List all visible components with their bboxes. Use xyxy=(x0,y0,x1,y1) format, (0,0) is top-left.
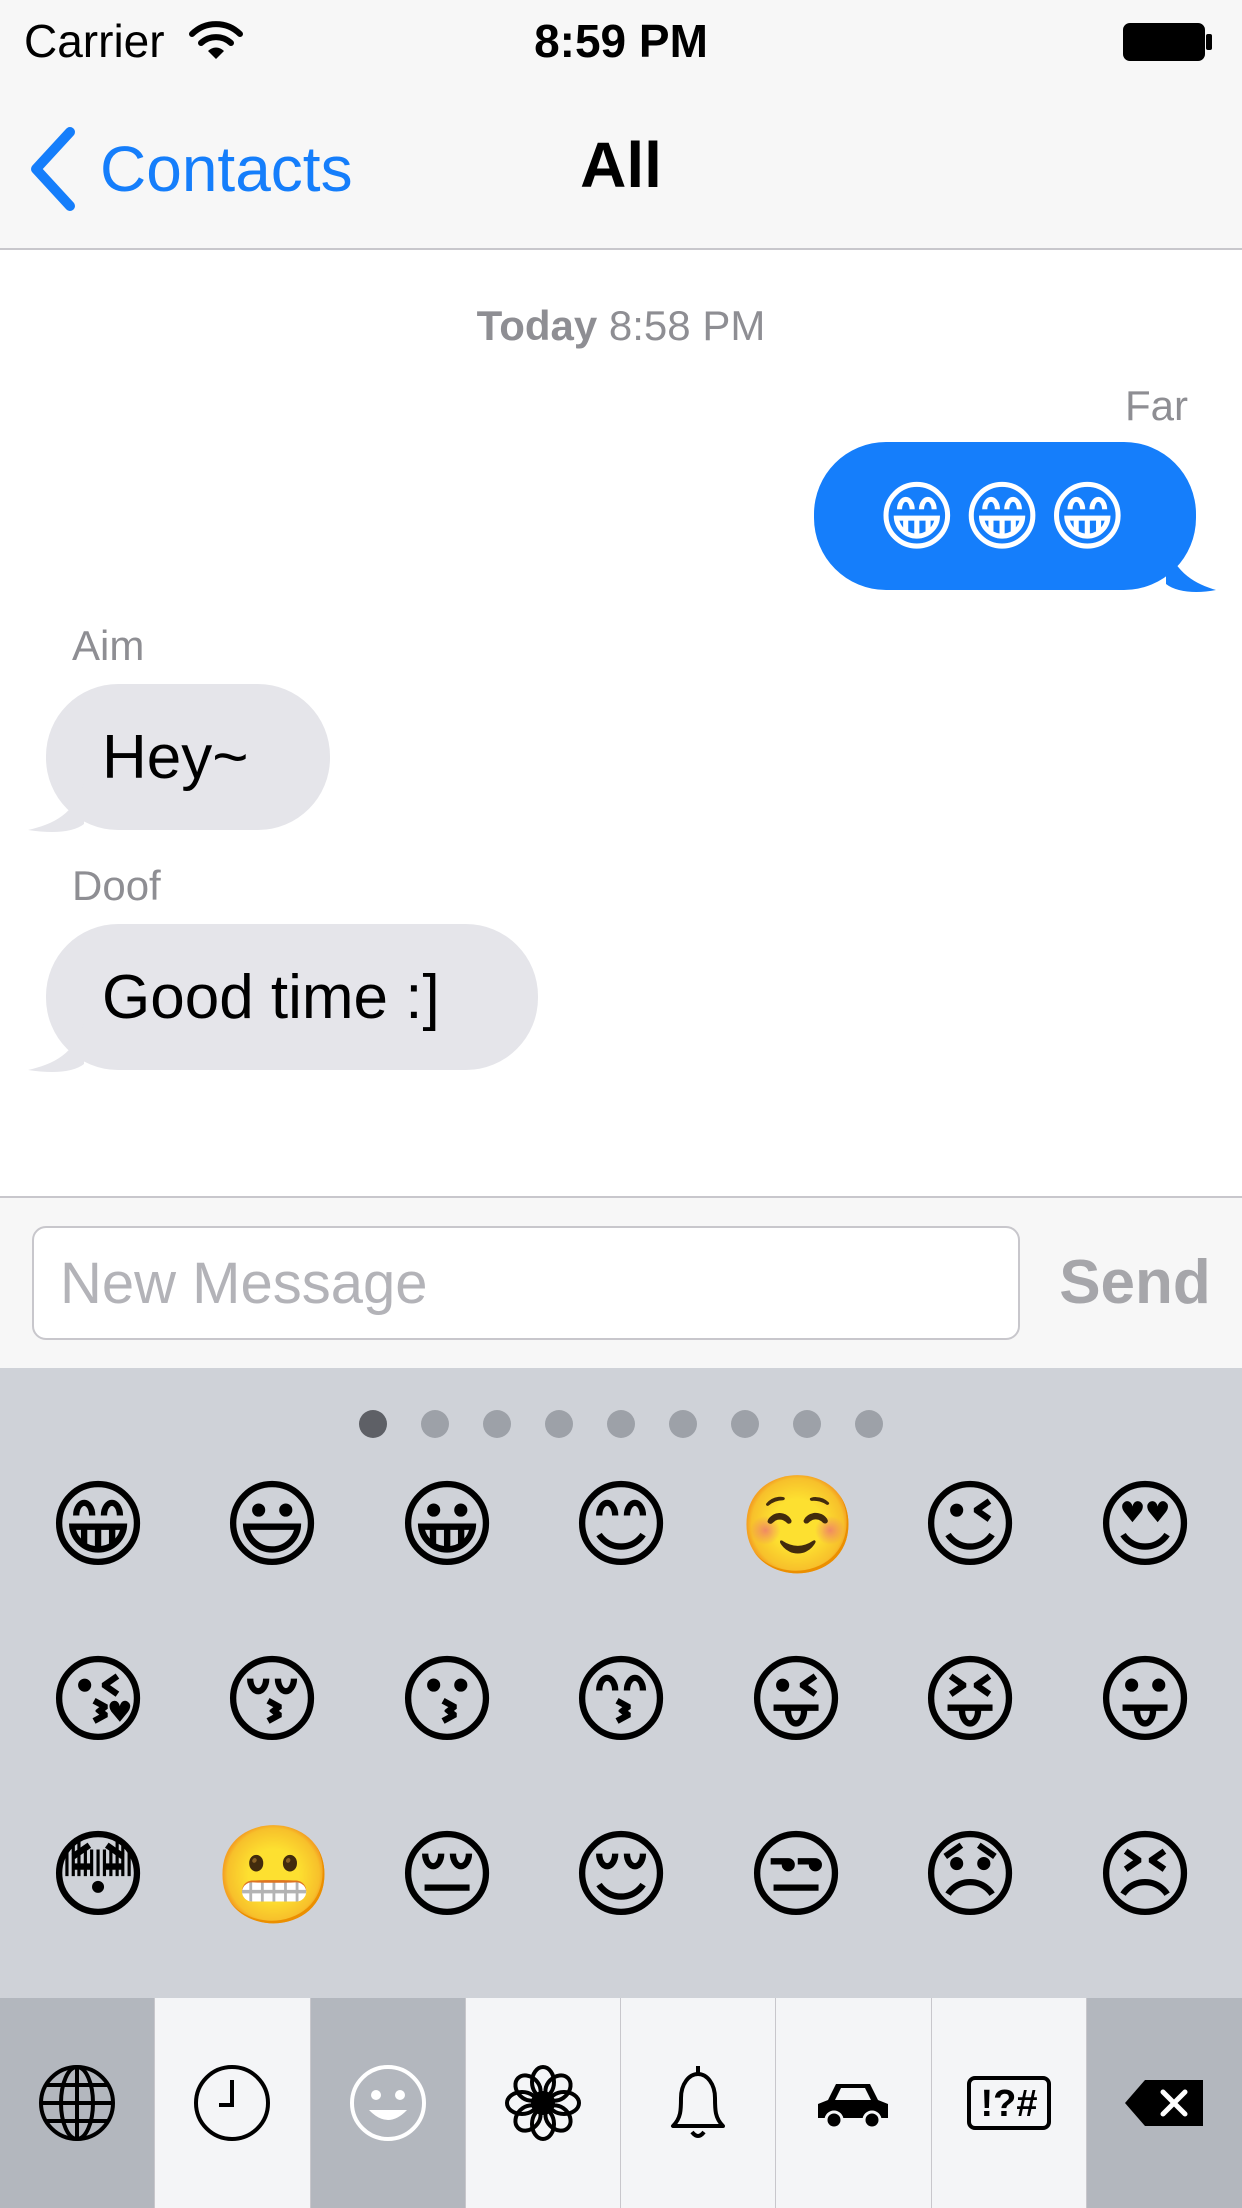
symbols-label: !?# xyxy=(980,2083,1037,2125)
page-dot[interactable] xyxy=(545,1410,573,1438)
emoji-key[interactable]: 😁 xyxy=(40,1468,156,1584)
navigation-bar: Contacts All xyxy=(0,84,1242,250)
emoji-key[interactable]: 😞 xyxy=(912,1818,1028,1934)
page-dot[interactable] xyxy=(793,1410,821,1438)
symbols-category-tab[interactable]: !?# xyxy=(931,1998,1087,2208)
message-bubble-incoming[interactable]: Good time :] xyxy=(46,924,538,1070)
status-time: 8:59 PM xyxy=(534,15,708,67)
emoji-key[interactable]: 😃 xyxy=(214,1468,330,1584)
new-message-input[interactable] xyxy=(32,1226,1020,1340)
emoji-key[interactable]: 😣 xyxy=(1087,1818,1203,1934)
emoji-key[interactable]: 😙 xyxy=(563,1643,679,1759)
emoji-key[interactable]: 😜 xyxy=(738,1643,854,1759)
page-title: All xyxy=(580,129,662,201)
emoji-key[interactable]: 😒 xyxy=(738,1818,854,1934)
emoji-key[interactable]: 😚 xyxy=(214,1643,330,1759)
emoji-key[interactable]: 😌 xyxy=(563,1818,679,1934)
page-dot[interactable] xyxy=(855,1410,883,1438)
emoji-key[interactable]: 😀 xyxy=(389,1468,505,1584)
message-bubble-incoming[interactable]: Hey~ xyxy=(46,684,330,830)
page-dot[interactable] xyxy=(359,1410,387,1438)
delete-button[interactable] xyxy=(1086,1998,1242,2208)
conversation-timestamp: Today 8:58 PM xyxy=(0,302,1242,350)
message-sender: Aim xyxy=(72,622,145,669)
emoji-key[interactable]: 😊 xyxy=(563,1468,679,1584)
bell-icon xyxy=(671,2066,726,2138)
places-category-tab[interactable] xyxy=(776,1998,932,2208)
battery-icon xyxy=(1123,23,1212,61)
globe-icon xyxy=(39,2065,116,2141)
emoji-keyboard: 😁 😃 😀 😊 ☺️ 😉 😍 😘 😚 😗 😙 😜 😝 😛 😳 😬 😔 😌 😒 😞… xyxy=(0,1368,1242,2208)
emoji-key[interactable]: 😝 xyxy=(912,1643,1028,1759)
message-list[interactable]: Today 8:58 PM Far 😁😁😁 Aim Hey~ Doof Good… xyxy=(0,252,1242,1196)
emoji-key[interactable]: 😘 xyxy=(40,1643,156,1759)
recent-category-tab[interactable] xyxy=(155,1998,311,2208)
message-text: 😁😁😁 xyxy=(877,474,1133,560)
smiley-icon xyxy=(349,2065,426,2141)
bubble-tail xyxy=(1166,544,1216,592)
message-text: Hey~ xyxy=(102,722,249,792)
clock-icon xyxy=(194,2065,271,2141)
flower-icon xyxy=(504,2065,581,2141)
message-sender: Far xyxy=(1125,382,1188,429)
emoji-key[interactable]: ☺️ xyxy=(738,1468,858,1584)
emoji-key[interactable]: 😳 xyxy=(40,1818,156,1934)
emoji-key[interactable]: 😬 xyxy=(214,1818,334,1934)
page-dot[interactable] xyxy=(421,1410,449,1438)
bubble-tail xyxy=(28,784,84,832)
delete-icon xyxy=(1125,2080,1204,2126)
emoji-key[interactable]: 😗 xyxy=(389,1643,505,1759)
timestamp-time: 8:58 PM xyxy=(608,302,766,349)
page-dot[interactable] xyxy=(607,1410,635,1438)
message-sender: Doof xyxy=(72,862,161,909)
page-dot[interactable] xyxy=(669,1410,697,1438)
people-category-tab[interactable] xyxy=(310,1998,466,2208)
bubble-tail xyxy=(28,1024,84,1072)
send-button[interactable]: Send xyxy=(1040,1226,1230,1340)
nature-category-tab[interactable] xyxy=(465,1998,621,2208)
symbols-icon: !?# xyxy=(966,2076,1051,2130)
emoji-key[interactable]: 😔 xyxy=(389,1818,505,1934)
emoji-category-bar: !?# xyxy=(0,1998,1242,2208)
page-dot[interactable] xyxy=(483,1410,511,1438)
objects-category-tab[interactable] xyxy=(621,1998,777,2208)
globe-button[interactable] xyxy=(0,1998,156,2208)
emoji-grid: 😁 😃 😀 😊 ☺️ 😉 😍 😘 😚 😗 😙 😜 😝 😛 😳 😬 😔 😌 😒 😞… xyxy=(0,1468,1242,1998)
emoji-key[interactable]: 😉 xyxy=(912,1468,1028,1584)
message-composer: Send xyxy=(0,1196,1242,1368)
emoji-key[interactable]: 😍 xyxy=(1087,1468,1203,1584)
page-indicator xyxy=(0,1410,1242,1440)
message-bubble-outgoing[interactable]: 😁😁😁 xyxy=(814,442,1196,590)
message-text: Good time :] xyxy=(102,962,440,1032)
page-dot[interactable] xyxy=(731,1410,759,1438)
emoji-key[interactable]: 😛 xyxy=(1087,1643,1203,1759)
car-icon xyxy=(818,2084,889,2130)
status-bar: Carrier 8:59 PM xyxy=(0,0,1242,84)
timestamp-day: Today xyxy=(476,302,598,349)
